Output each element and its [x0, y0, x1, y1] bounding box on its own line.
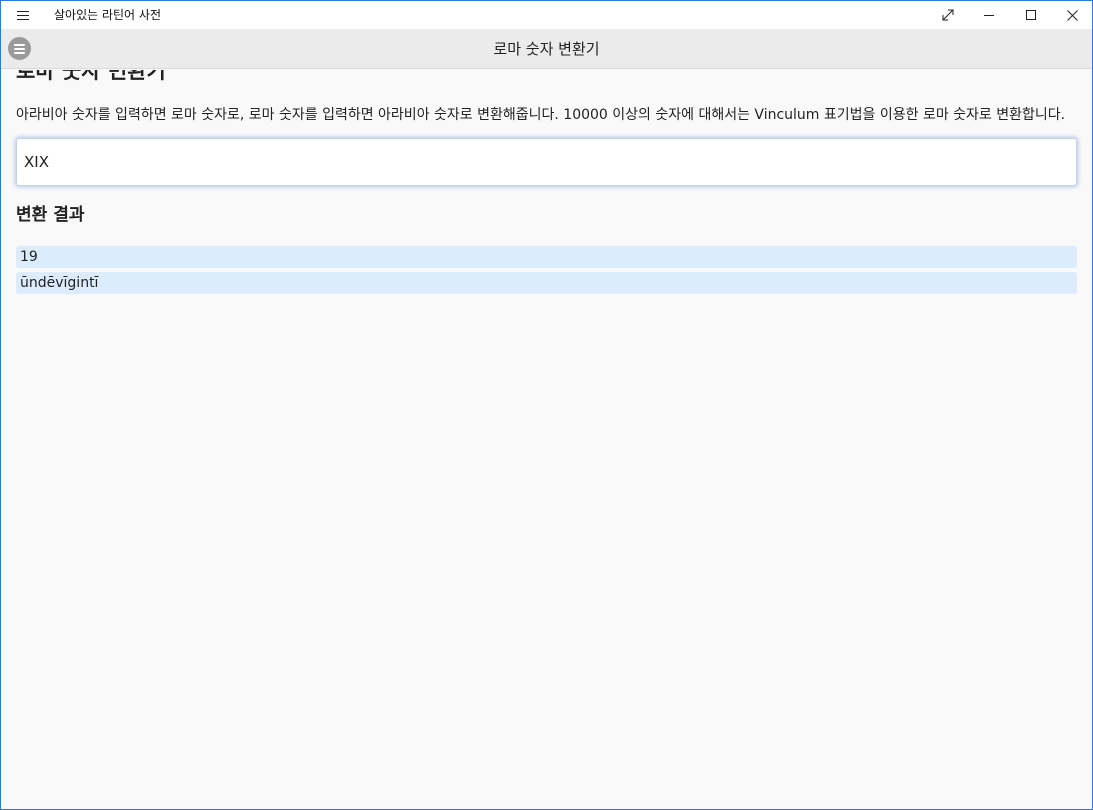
maximize-button[interactable] — [1011, 1, 1051, 29]
results-list: 19 ūndēvīgintī — [16, 246, 1077, 294]
result-item-arabic[interactable]: 19 — [16, 246, 1077, 268]
close-icon — [1066, 9, 1078, 21]
page-header-title: 로마 숫자 변환기 — [493, 40, 600, 58]
hamburger-menu-icon[interactable] — [9, 1, 37, 29]
page-header: 로마 숫자 변환기 — [1, 29, 1092, 69]
app-title: 살아있는 라틴어 사전 — [54, 8, 161, 22]
expand-window-button[interactable] — [928, 1, 968, 29]
page-heading: 로마 숫자 변환기 — [16, 70, 166, 83]
title-bar: 살아있는 라틴어 사전 — [1, 1, 1092, 29]
close-button[interactable] — [1052, 1, 1092, 29]
maximize-icon — [1025, 9, 1036, 20]
minimize-button[interactable] — [969, 1, 1009, 29]
description-text: 아라비아 숫자를 입력하면 로마 숫자로, 로마 숫자를 입력하면 아라비아 숫… — [16, 107, 1066, 123]
expand-icon — [942, 9, 954, 21]
minimize-icon — [983, 14, 994, 16]
main-content[interactable]: 로마 숫자 변환기 아라비아 숫자를 입력하면 로마 숫자로, 로마 숫자를 입… — [1, 70, 1092, 809]
app-window: 살아있는 라틴어 사전 로마 숫자 변환기 로마 숫자 변환기 아라비아 숫자를… — [0, 0, 1093, 810]
menu-circle-icon[interactable] — [8, 37, 31, 60]
result-item-latin-word[interactable]: ūndēvīgintī — [16, 272, 1077, 294]
results-heading: 변환 결과 — [16, 205, 85, 225]
roman-numeral-input[interactable] — [16, 138, 1077, 186]
